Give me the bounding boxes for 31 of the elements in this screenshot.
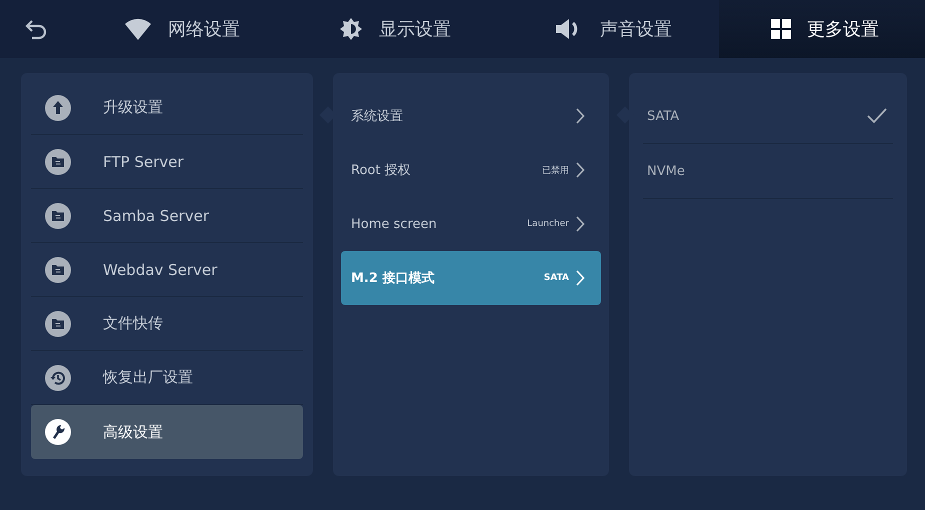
menu-item[interactable]: 高级设置: [31, 405, 303, 459]
back-icon: [23, 18, 49, 40]
folder-icon: [45, 148, 71, 174]
chevron-icon: [575, 216, 585, 232]
grid-icon: [771, 19, 791, 39]
menu-item[interactable]: Samba Server: [31, 189, 303, 243]
wrench-icon: [45, 419, 71, 445]
tab[interactable]: 显示设置: [287, 0, 502, 58]
option-item[interactable]: SATA: [643, 89, 893, 144]
folder-icon: [45, 256, 71, 282]
chevron-icon: [575, 108, 585, 124]
chevron-icon: [575, 162, 585, 178]
option-item[interactable]: NVMe: [643, 144, 893, 199]
tab[interactable]: 声音设置: [502, 0, 714, 58]
menu-item[interactable]: 文件快传: [31, 297, 303, 351]
settings-item[interactable]: Root 授权 已禁用: [341, 143, 601, 197]
menu-item[interactable]: FTP Server: [31, 135, 303, 189]
menu-item[interactable]: Webdav Server: [31, 243, 303, 297]
wifi-icon: [124, 18, 152, 40]
menu-item[interactable]: 升级设置: [31, 81, 303, 135]
folder-icon: [45, 310, 71, 336]
chevron-icon: [575, 270, 585, 286]
settings-item[interactable]: 系统设置: [341, 89, 601, 143]
brightness-icon: [339, 17, 363, 41]
tab[interactable]: 更多设置: [719, 0, 925, 58]
settings-item[interactable]: M.2 接口模式 SATA: [341, 251, 601, 305]
history-icon: [45, 364, 71, 390]
folder-icon: [45, 202, 71, 228]
settings-item[interactable]: Home screen Launcher: [341, 197, 601, 251]
tab[interactable]: 网络设置: [72, 0, 287, 58]
upload-icon: [45, 94, 71, 120]
